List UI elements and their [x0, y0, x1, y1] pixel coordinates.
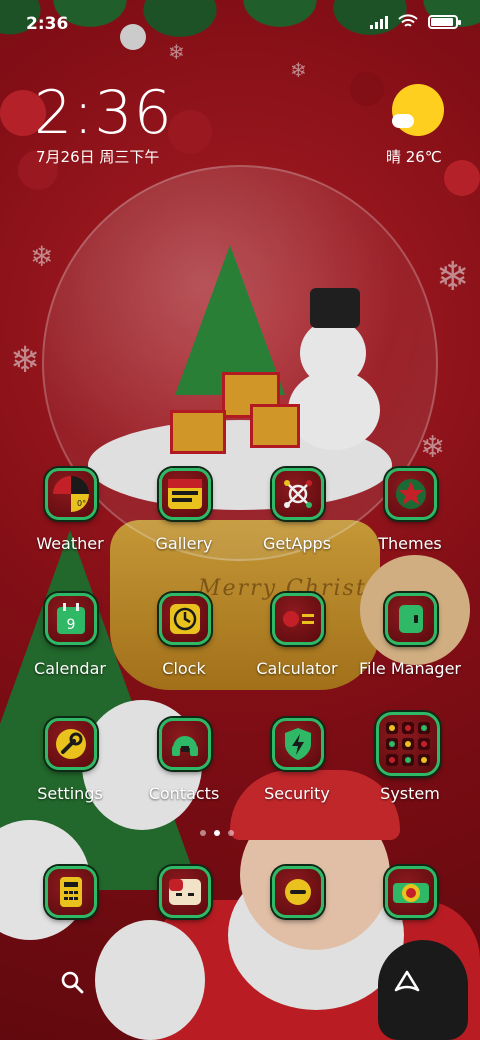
app-label: GetApps	[262, 534, 332, 553]
app-label: Weather	[36, 534, 104, 553]
gallery-icon	[159, 468, 211, 520]
page-indicator[interactable]	[200, 830, 234, 836]
app-label: File Manager	[359, 659, 461, 678]
app-file-manager[interactable]: File Manager	[355, 593, 465, 693]
getapps-icon	[272, 468, 324, 520]
clock-widget-time[interactable]: 2:36	[34, 78, 173, 148]
contacts-icon	[159, 718, 211, 770]
app-label: Gallery	[155, 534, 213, 553]
sunny-partly-cloudy-icon[interactable]	[392, 84, 444, 136]
dock-messages[interactable]	[129, 866, 239, 966]
weather-widget-text[interactable]: 晴 26℃	[386, 146, 442, 167]
status-bar: 2:36	[0, 0, 480, 48]
app-label: Settings	[37, 784, 103, 803]
cloud-icon	[392, 114, 414, 128]
dock-browser[interactable]	[242, 866, 352, 966]
weather-icon: 0°	[45, 468, 97, 520]
app-security[interactable]: Security	[242, 718, 352, 818]
app-themes[interactable]: Themes	[355, 468, 465, 568]
app-weather[interactable]: 0° Weather	[15, 468, 125, 568]
folder-icon	[376, 712, 440, 776]
calendar-day: 9	[67, 617, 76, 633]
security-icon	[272, 718, 324, 770]
wifi-icon	[398, 14, 418, 27]
page-dot-active	[214, 830, 220, 836]
app-label: Clock	[162, 659, 206, 678]
camera-icon	[385, 866, 437, 918]
messages-icon	[159, 866, 211, 918]
themes-icon	[385, 468, 437, 520]
app-calendar[interactable]: 9 Calendar	[15, 593, 125, 693]
app-label: Contacts	[148, 784, 220, 803]
app-clock[interactable]: Clock	[129, 593, 239, 693]
calculator-icon	[272, 593, 324, 645]
page-dot	[200, 830, 206, 836]
calendar-icon: 9	[45, 593, 97, 645]
signal-icon	[370, 15, 388, 29]
app-folder-system[interactable]: System	[352, 712, 462, 812]
app-label: System	[380, 784, 440, 803]
app-getapps[interactable]: GetApps	[242, 468, 352, 568]
dock-phone[interactable]	[15, 866, 125, 966]
browser-icon	[272, 866, 324, 918]
app-contacts[interactable]: Contacts	[129, 718, 239, 818]
app-label: Calendar	[34, 659, 106, 678]
app-label: Security	[264, 784, 330, 803]
app-label: Calculator	[256, 659, 338, 678]
file-manager-icon	[385, 593, 437, 645]
assistant-icon[interactable]	[394, 970, 420, 994]
app-label: Themes	[378, 534, 442, 553]
app-gallery[interactable]: Gallery	[129, 468, 239, 568]
status-icons	[370, 14, 461, 29]
search-icon[interactable]	[60, 970, 84, 994]
app-settings[interactable]: Settings	[15, 718, 125, 818]
clock-widget-date[interactable]: 7月26日 周三下午	[36, 146, 159, 167]
settings-icon	[45, 718, 97, 770]
status-time: 2:36	[26, 14, 69, 34]
dock-camera[interactable]	[355, 866, 465, 966]
page-dot	[228, 830, 234, 836]
clock-icon	[159, 593, 211, 645]
weather-icon-degree: 0°	[77, 499, 86, 508]
battery-icon	[428, 14, 461, 29]
phone-icon	[45, 866, 97, 918]
app-calculator[interactable]: Calculator	[242, 593, 352, 693]
